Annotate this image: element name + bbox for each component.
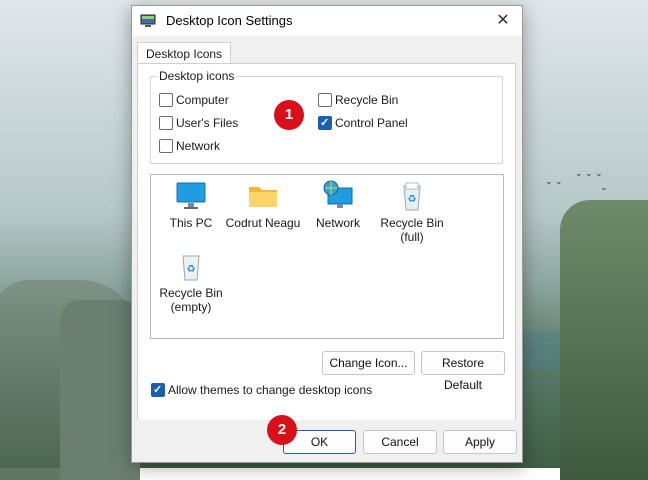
- checkbox-box-checked[interactable]: [318, 115, 332, 131]
- svg-text:♻: ♻: [187, 264, 196, 275]
- icon-item-label-line1: Recycle Bin: [380, 216, 444, 230]
- title-bar[interactable]: Desktop Icon Settings ✕: [132, 6, 522, 36]
- wallpaper-bird: ⌄: [600, 182, 608, 192]
- desktop-icon-list[interactable]: This PC Codrut Neagu Network ♻ Recycle B…: [150, 174, 504, 339]
- checkbox-box[interactable]: [159, 116, 173, 130]
- checkbox-label: User's Files: [176, 116, 239, 130]
- icon-item-label: Codrut Neagu: [225, 216, 301, 230]
- icon-item-this-pc[interactable]: This PC: [151, 180, 231, 230]
- close-button[interactable]: ✕: [490, 10, 516, 32]
- icon-item-label-line2: (empty): [170, 300, 212, 314]
- icon-item-label-line2: (full): [400, 230, 424, 244]
- recycle-bin-full-icon: ♻: [403, 182, 421, 211]
- network-icon: [323, 180, 353, 208]
- icon-item-label-line1: Recycle Bin: [159, 286, 223, 300]
- checkbox-box-checked[interactable]: [151, 382, 165, 398]
- dialog-title: Desktop Icon Settings: [166, 13, 293, 28]
- apply-button[interactable]: Apply: [443, 430, 517, 454]
- tab-panel: Desktop icons Computer User's Files Netw…: [137, 63, 516, 422]
- recycle-bin-empty-icon: ♻: [182, 255, 200, 281]
- wallpaper-bird: ⌄ ⌄ ⌄: [575, 168, 603, 178]
- svg-text:♻: ♻: [408, 194, 417, 205]
- annotation-badge-2: 2: [267, 415, 297, 445]
- change-icon-button[interactable]: Change Icon...: [322, 351, 415, 375]
- checkbox-box[interactable]: [318, 93, 332, 107]
- desktop-icon-settings-dialog: Desktop Icon Settings ✕ Desktop Icons De…: [131, 5, 523, 463]
- checkbox-label: Network: [176, 139, 221, 153]
- monitor-icon: [176, 182, 206, 209]
- checkbox-label: Control Panel: [335, 116, 408, 130]
- checkbox-label: Computer: [176, 93, 229, 107]
- annotation-badge-1: 1: [274, 100, 304, 130]
- icon-item-network[interactable]: Network: [298, 180, 378, 230]
- icon-item-label: Network: [315, 216, 360, 230]
- wallpaper-bird: ⌄ ⌄: [545, 176, 563, 186]
- cancel-button[interactable]: Cancel: [363, 430, 437, 454]
- icon-item-user-folder[interactable]: Codrut Neagu: [223, 180, 303, 230]
- tab-desktop-icons[interactable]: Desktop Icons: [137, 42, 232, 65]
- checkbox-label: Allow themes to change desktop icons: [168, 383, 373, 397]
- folder-icon: [249, 187, 277, 207]
- icon-item-recycle-bin-full[interactable]: ♻ Recycle Bin (full): [372, 180, 452, 244]
- desktop-icons-group: Desktop icons Computer User's Files Netw…: [150, 69, 503, 164]
- desktop-settings-icon: [140, 14, 156, 27]
- wallpaper-cliff-right: [560, 200, 648, 480]
- checkbox-box[interactable]: [159, 139, 173, 153]
- wallpaper-cliff-left-2: [60, 300, 140, 480]
- group-label: Desktop icons: [157, 69, 237, 83]
- icon-item-recycle-bin-empty[interactable]: ♻ Recycle Bin (empty): [151, 250, 231, 314]
- restore-default-button[interactable]: Restore Default: [421, 351, 505, 392]
- dialog-footer: OK Cancel Apply: [132, 420, 522, 462]
- checkbox-box[interactable]: [159, 93, 173, 107]
- checkbox-label: Recycle Bin: [335, 93, 399, 107]
- icon-item-label: This PC: [169, 216, 213, 230]
